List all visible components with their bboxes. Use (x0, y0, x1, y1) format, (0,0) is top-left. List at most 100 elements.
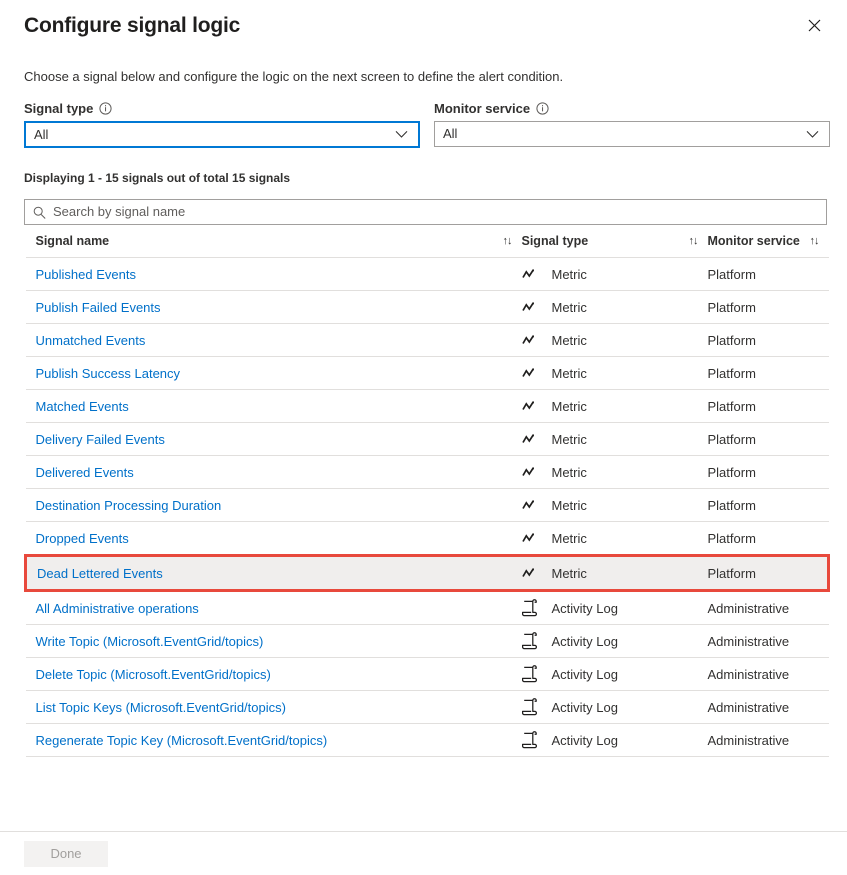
cell-signal-name: Destination Processing Duration (26, 489, 522, 522)
signal-type-text: Activity Log (552, 733, 618, 748)
signal-type-dropdown[interactable]: All (24, 121, 420, 148)
monitor-service-text: Administrative (708, 634, 790, 649)
signal-type-text: Metric (552, 399, 587, 414)
metric-line-chart-icon (522, 567, 544, 580)
monitor-service-label-row: Monitor service (434, 100, 830, 117)
table-row[interactable]: Regenerate Topic Key (Microsoft.EventGri… (26, 724, 829, 757)
cell-signal-type: Metric (522, 556, 708, 591)
cell-monitor-service: Platform (708, 522, 829, 556)
signal-name-link[interactable]: Published Events (26, 267, 136, 282)
signal-name-link[interactable]: Publish Failed Events (26, 300, 161, 315)
signal-name-link[interactable]: Matched Events (26, 399, 129, 414)
table-row[interactable]: Delete Topic (Microsoft.EventGrid/topics… (26, 658, 829, 691)
table-row[interactable]: Delivered Events Metric Platform (26, 456, 829, 489)
blade-header: Configure signal logic (0, 0, 847, 40)
displaying-count: Displaying 1 - 15 signals out of total 1… (24, 170, 827, 186)
done-button[interactable]: Done (24, 841, 108, 867)
table-row[interactable]: Matched EventsMetricPlatform (26, 390, 829, 423)
monitor-service-text: Platform (708, 267, 756, 282)
signal-name-link[interactable]: Unmatched Events (26, 333, 146, 348)
close-button[interactable] (799, 10, 829, 40)
table-row[interactable]: Dropped Events Metric Platform (26, 522, 829, 556)
signal-name-link[interactable]: Dead Lettered Events (27, 566, 163, 581)
table-row[interactable]: List Topic Keys (Microsoft.EventGrid/top… (26, 691, 829, 724)
cell-signal-type: Activity Log (522, 591, 708, 625)
cell-monitor-service: Platform (708, 556, 829, 591)
signal-name-link[interactable]: Delivered Events (26, 465, 134, 480)
blade-description: Choose a signal below and configure the … (24, 68, 827, 86)
table-row[interactable]: Write Topic (Microsoft.EventGrid/topics)… (26, 625, 829, 658)
cell-signal-name: Delivered Events (26, 456, 522, 489)
monitor-service-text: Platform (708, 333, 756, 348)
table-row[interactable]: Publish Success LatencyMetricPlatform (26, 357, 829, 390)
table-row[interactable]: Dead Lettered Events MetricPlatform (26, 556, 829, 591)
metric-line-chart-icon (522, 268, 544, 281)
signal-name-link[interactable]: Dropped Events (26, 531, 129, 546)
cell-monitor-service: Platform (708, 291, 829, 324)
signals-table: Signal name ↑↓ Signal type ↑↓ Monitor se… (24, 225, 830, 757)
cell-monitor-service: Platform (708, 423, 829, 456)
column-header-monitor-service[interactable]: Monitor service ↑↓ (708, 225, 829, 258)
signal-type-text: Metric (552, 333, 587, 348)
monitor-service-field: Monitor service All (434, 100, 830, 148)
search-input[interactable] (53, 204, 818, 220)
monitor-service-value: All (443, 126, 806, 142)
monitor-service-text: Platform (708, 566, 756, 581)
cell-signal-name: Dropped Events (26, 522, 522, 556)
metric-line-chart-icon (522, 466, 544, 479)
table-row[interactable]: Delivery Failed EventsMetricPlatform (26, 423, 829, 456)
activity-log-scroll-icon (522, 632, 544, 650)
sort-icon: ↑↓ (503, 235, 512, 247)
monitor-service-dropdown[interactable]: All (434, 121, 830, 147)
monitor-service-text: Platform (708, 465, 756, 480)
table-row[interactable]: Unmatched Events Metric Platform (26, 324, 829, 357)
signal-name-link[interactable]: Write Topic (Microsoft.EventGrid/topics) (26, 634, 264, 649)
column-header-signal-name-label: Signal name (26, 234, 110, 248)
cell-signal-name: Publish Success Latency (26, 357, 522, 390)
signal-name-link[interactable]: Regenerate Topic Key (Microsoft.EventGri… (26, 733, 328, 748)
metric-line-chart-icon (522, 367, 544, 380)
signal-type-field: Signal type All (24, 100, 420, 148)
monitor-service-text: Administrative (708, 700, 790, 715)
cell-signal-name: List Topic Keys (Microsoft.EventGrid/top… (26, 691, 522, 724)
signal-name-link[interactable]: Publish Success Latency (26, 366, 181, 381)
table-row[interactable]: Destination Processing DurationMetricPla… (26, 489, 829, 522)
cell-signal-name: Write Topic (Microsoft.EventGrid/topics) (26, 625, 522, 658)
signal-name-link[interactable]: Delivery Failed Events (26, 432, 165, 447)
signal-name-link[interactable]: Destination Processing Duration (26, 498, 222, 513)
activity-log-scroll-icon (522, 599, 544, 617)
table-row[interactable]: All Administrative operations Activity Lo… (26, 591, 829, 625)
signal-name-link[interactable]: List Topic Keys (Microsoft.EventGrid/top… (26, 700, 286, 715)
metric-line-chart-icon (522, 334, 544, 347)
cell-signal-type: Activity Log (522, 724, 708, 757)
table-row[interactable]: Publish Failed Events Metric Platform (26, 291, 829, 324)
cell-signal-name: Unmatched Events (26, 324, 522, 357)
cell-monitor-service: Administrative (708, 591, 829, 625)
cell-monitor-service: Platform (708, 456, 829, 489)
monitor-service-text: Administrative (708, 667, 790, 682)
signal-name-link[interactable]: Delete Topic (Microsoft.EventGrid/topics… (26, 667, 271, 682)
info-icon[interactable] (99, 102, 112, 115)
activity-log-scroll-icon (522, 731, 544, 749)
info-icon[interactable] (536, 102, 549, 115)
monitor-service-text: Platform (708, 300, 756, 315)
signal-type-text: Metric (552, 465, 587, 480)
sort-icon: ↑↓ (810, 235, 819, 247)
signal-type-text: Metric (552, 300, 587, 315)
cell-signal-type: Metric (522, 291, 708, 324)
table-header: Signal name ↑↓ Signal type ↑↓ Monitor se… (26, 225, 829, 258)
table-row[interactable]: Published Events MetricPlatform (26, 258, 829, 291)
signal-name-link[interactable]: All Administrative operations (26, 601, 199, 616)
search-box[interactable] (24, 199, 827, 225)
table-header-row: Signal name ↑↓ Signal type ↑↓ Monitor se… (26, 225, 829, 258)
signal-type-text: Activity Log (552, 634, 618, 649)
activity-log-scroll-icon (522, 665, 544, 683)
signal-type-text: Metric (552, 531, 587, 546)
cell-signal-type: Metric (522, 390, 708, 423)
cell-signal-type: Metric (522, 522, 708, 556)
cell-signal-name: All Administrative operations (26, 591, 522, 625)
metric-line-chart-icon (522, 301, 544, 314)
cell-signal-type: Metric (522, 258, 708, 291)
column-header-signal-name[interactable]: Signal name ↑↓ (26, 225, 522, 258)
column-header-signal-type[interactable]: Signal type ↑↓ (522, 225, 708, 258)
